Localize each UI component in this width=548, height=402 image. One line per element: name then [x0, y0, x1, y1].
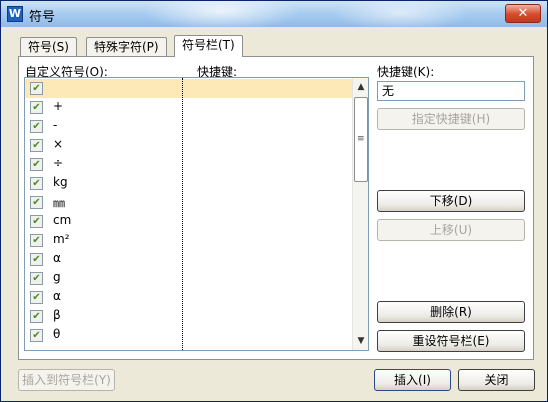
move-down-button[interactable]: 下移(D): [377, 190, 525, 212]
checkbox-icon[interactable]: ✔: [30, 101, 43, 114]
symbol-label: β: [53, 308, 61, 322]
checkbox-icon[interactable]: ✔: [30, 158, 43, 171]
reset-symbol-bar-button[interactable]: 重设符号栏(E): [377, 330, 525, 352]
checkbox-icon[interactable]: ✔: [30, 177, 43, 190]
symbol-label: ÷: [53, 156, 64, 170]
title-bar: W 符号 ✕: [1, 1, 547, 27]
shortcut-key-field[interactable]: 无: [377, 81, 525, 101]
tab-special-characters[interactable]: 特殊字符(P): [86, 37, 167, 57]
symbol-label: kg: [53, 175, 68, 189]
symbol-label: ㎜: [53, 196, 66, 210]
insert-to-symbol-bar-button[interactable]: 插入到符号栏(Y): [18, 369, 115, 391]
symbol-row[interactable]: ✔ α: [25, 250, 352, 269]
checkbox-icon[interactable]: ✔: [30, 196, 43, 209]
symbol-row[interactable]: ✔ kg: [25, 174, 352, 193]
symbol-label: θ: [53, 327, 61, 341]
list-scrollbar[interactable]: ▲ ≡ ▼: [352, 78, 368, 350]
close-icon[interactable]: ✕: [505, 4, 541, 23]
assign-shortcut-button[interactable]: 指定快捷键(H): [377, 108, 525, 130]
symbol-row[interactable]: ✔ θ: [25, 326, 352, 345]
symbol-label: g: [53, 270, 61, 284]
wps-app-icon: W: [7, 6, 23, 22]
symbol-row[interactable]: ✔ -: [25, 117, 352, 136]
scroll-thumb[interactable]: ≡: [354, 97, 368, 182]
symbol-label: α: [53, 251, 61, 265]
column-divider: [182, 78, 183, 350]
symbol-label: ×: [53, 137, 64, 151]
symbol-row[interactable]: ✔ ×: [25, 136, 352, 155]
checkbox-icon[interactable]: ✔: [30, 215, 43, 228]
checkbox-icon[interactable]: ✔: [30, 139, 43, 152]
tab-symbols[interactable]: 符号(S): [20, 37, 77, 57]
symbol-label: m²: [53, 232, 70, 246]
symbol-list[interactable]: ✔ ✔ + ✔ - ✔ × ✔ ÷ ✔ kg ✔ ㎜ ✔ cm ✔ m² ✔ α ✔ g ✔ α ✔ β ✔ θ ▲ ≡ ▼: [24, 77, 369, 351]
symbol-row[interactable]: ✔ m²: [25, 231, 352, 250]
symbol-row[interactable]: ✔ β: [25, 307, 352, 326]
symbol-row[interactable]: ✔ ÷: [25, 155, 352, 174]
symbol-row[interactable]: ✔ ㎜: [25, 193, 352, 212]
symbol-dialog: W 符号 ✕ 符号(S) 特殊字符(P) 符号栏(T) 自定义符号(O): 快捷…: [0, 0, 548, 402]
close-button[interactable]: 关闭: [458, 369, 535, 391]
checkbox-icon[interactable]: ✔: [30, 120, 43, 133]
checkbox-icon[interactable]: ✔: [30, 82, 43, 95]
checkbox-icon[interactable]: ✔: [30, 272, 43, 285]
insert-button[interactable]: 插入(I): [374, 369, 451, 391]
symbol-row[interactable]: ✔ +: [25, 98, 352, 117]
symbol-label: α: [53, 289, 61, 303]
symbol-row[interactable]: ✔ cm: [25, 212, 352, 231]
delete-button[interactable]: 删除(R): [377, 301, 525, 323]
symbol-row[interactable]: ✔ α: [25, 288, 352, 307]
checkbox-icon[interactable]: ✔: [30, 310, 43, 323]
scroll-down-icon[interactable]: ▼: [353, 333, 368, 349]
symbol-label: cm: [53, 213, 72, 227]
checkbox-icon[interactable]: ✔: [30, 291, 43, 304]
symbol-row[interactable]: ✔ g: [25, 269, 352, 288]
scroll-up-icon[interactable]: ▲: [353, 79, 368, 95]
symbol-label: -: [53, 118, 58, 132]
grip-icon: ≡: [357, 134, 365, 144]
symbol-label: +: [53, 99, 64, 113]
checkbox-icon[interactable]: ✔: [30, 234, 43, 247]
window-title: 符号: [29, 10, 56, 25]
symbol-row[interactable]: ✔: [25, 79, 352, 98]
shortcut-key-label: 快捷键(K):: [377, 65, 435, 79]
checkbox-icon[interactable]: ✔: [30, 329, 43, 342]
move-up-button[interactable]: 上移(U): [377, 219, 525, 241]
tab-symbol-bar[interactable]: 符号栏(T): [174, 35, 243, 57]
checkbox-icon[interactable]: ✔: [30, 253, 43, 266]
